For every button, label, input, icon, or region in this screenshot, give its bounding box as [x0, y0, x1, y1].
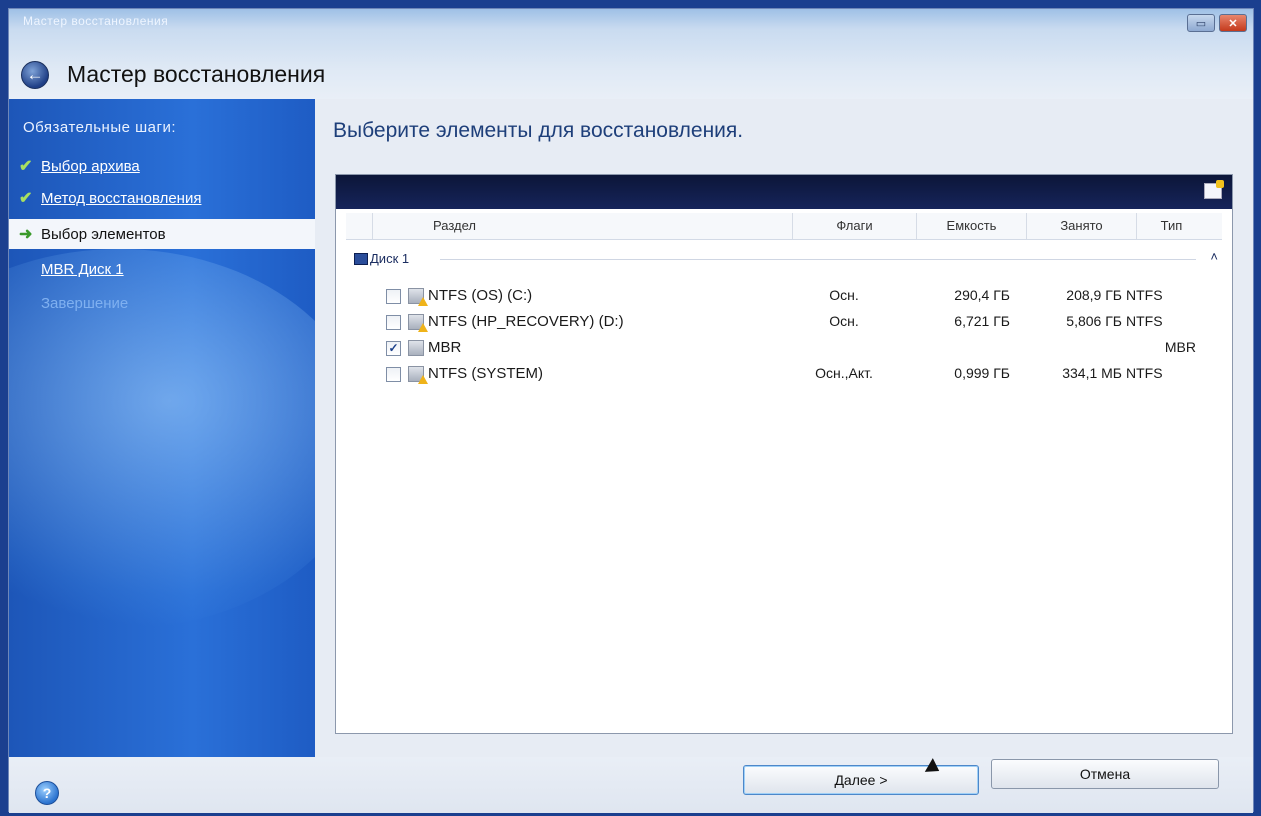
- partition-type: NTFS: [1126, 313, 1163, 329]
- window-caption: Мастер восстановления: [23, 14, 169, 28]
- restore-window-button[interactable]: ▭: [1187, 14, 1215, 32]
- button-bar: ? Далее > Отмена: [9, 757, 1253, 813]
- panel-toolbar: [336, 175, 1232, 209]
- title-bar: Мастер восстановления ▭ ✕ ← Мастер восст…: [9, 9, 1253, 99]
- step-label: Выбор элементов: [41, 225, 166, 243]
- cancel-button[interactable]: Отмена: [991, 759, 1219, 789]
- partition-capacity: 0,999 ГБ: [954, 365, 1010, 381]
- table-row[interactable]: NTFS (SYSTEM) Осн.,Акт. 0,999 ГБ 334,1 М…: [336, 363, 1232, 387]
- disk-icon: [354, 253, 368, 265]
- disk-group-header[interactable]: Диск 1 ˄: [354, 249, 1218, 269]
- arrow-left-icon: ←: [26, 65, 44, 84]
- partition-type: MBR: [1164, 339, 1196, 355]
- column-used[interactable]: Занято: [1026, 213, 1136, 239]
- disk-label: Диск 1: [370, 251, 410, 266]
- partition-icon: [408, 314, 428, 332]
- close-window-button[interactable]: ✕: [1219, 14, 1247, 32]
- partition-used: 208,9 ГБ: [1066, 287, 1122, 303]
- restore-wizard-window: Мастер восстановления ▭ ✕ ← Мастер восст…: [8, 8, 1254, 813]
- partition-used: 5,806 ГБ: [1066, 313, 1122, 329]
- partition-type: NTFS: [1126, 365, 1163, 381]
- partition-used: 334,1 МБ: [1062, 365, 1122, 381]
- chevron-up-icon[interactable]: ˄: [1210, 249, 1218, 264]
- column-partition[interactable]: Раздел: [372, 213, 792, 239]
- check-icon: ✔: [19, 158, 33, 175]
- steps-header: Обязательные шаги:: [23, 119, 177, 136]
- row-checkbox[interactable]: [386, 367, 401, 382]
- step-finish: Завершение: [41, 295, 128, 312]
- partition-name: NTFS (SYSTEM): [428, 365, 543, 382]
- step-select-archive[interactable]: ✔ Выбор архива: [19, 156, 140, 176]
- row-checkbox[interactable]: [386, 289, 401, 304]
- table-row[interactable]: ✓ MBR MBR: [336, 337, 1232, 361]
- table-row[interactable]: NTFS (HP_RECOVERY) (D:) Осн. 6,721 ГБ 5,…: [336, 311, 1232, 335]
- partition-flags: Осн.,Акт.: [815, 365, 873, 381]
- table-row[interactable]: NTFS (OS) (C:) Осн. 290,4 ГБ 208,9 ГБ NT…: [336, 285, 1232, 309]
- step-select-items[interactable]: ➜ Выбор элементов: [9, 219, 315, 249]
- column-capacity[interactable]: Емкость: [916, 213, 1026, 239]
- partition-name: MBR: [428, 339, 462, 356]
- step-label: Метод восстановления: [41, 189, 202, 207]
- options-icon[interactable]: [1204, 180, 1224, 199]
- check-icon: ✔: [19, 190, 33, 207]
- back-button[interactable]: ←: [21, 61, 49, 89]
- step-mbr-disk[interactable]: MBR Диск 1: [41, 261, 124, 278]
- partition-flags: Осн.: [829, 313, 859, 329]
- partition-capacity: 6,721 ГБ: [954, 313, 1010, 329]
- items-tree: Раздел Флаги Емкость Занято Тип Диск 1 ˄…: [335, 174, 1233, 734]
- cancel-button-label: Отмена: [1079, 766, 1131, 782]
- partition-name: NTFS (HP_RECOVERY) (D:): [428, 313, 624, 330]
- partition-capacity: 290,4 ГБ: [954, 287, 1010, 303]
- page-title: Выберите элементы для восстановления.: [333, 119, 744, 142]
- wizard-title: Мастер восстановления: [67, 61, 326, 87]
- help-icon[interactable]: ?: [35, 781, 59, 805]
- partition-name: NTFS (OS) (C:): [428, 287, 533, 304]
- row-checkbox[interactable]: ✓: [386, 341, 401, 356]
- next-button-label: Далее >: [834, 772, 888, 788]
- partition-type: NTFS: [1126, 287, 1163, 303]
- window-controls: ▭ ✕: [1187, 14, 1247, 32]
- table-header: Раздел Флаги Емкость Занято Тип: [346, 213, 1222, 240]
- step-label: Завершение: [41, 295, 129, 312]
- column-type[interactable]: Тип: [1136, 213, 1206, 239]
- partition-icon: [408, 366, 428, 384]
- steps-sidebar: Обязательные шаги: ✔ Выбор архива ✔ Мето…: [9, 99, 315, 757]
- mbr-icon: [408, 340, 424, 356]
- arrow-right-icon: ➜: [19, 226, 33, 243]
- column-flags[interactable]: Флаги: [792, 213, 916, 239]
- step-label: MBR Диск 1: [41, 261, 124, 278]
- partition-icon: [408, 288, 428, 306]
- partition-flags: Осн.: [829, 287, 859, 303]
- step-restore-method[interactable]: ✔ Метод восстановления: [19, 188, 201, 208]
- next-button[interactable]: Далее >: [743, 765, 979, 795]
- step-label: Выбор архива: [41, 157, 140, 175]
- divider: [440, 259, 1196, 260]
- row-checkbox[interactable]: [386, 315, 401, 330]
